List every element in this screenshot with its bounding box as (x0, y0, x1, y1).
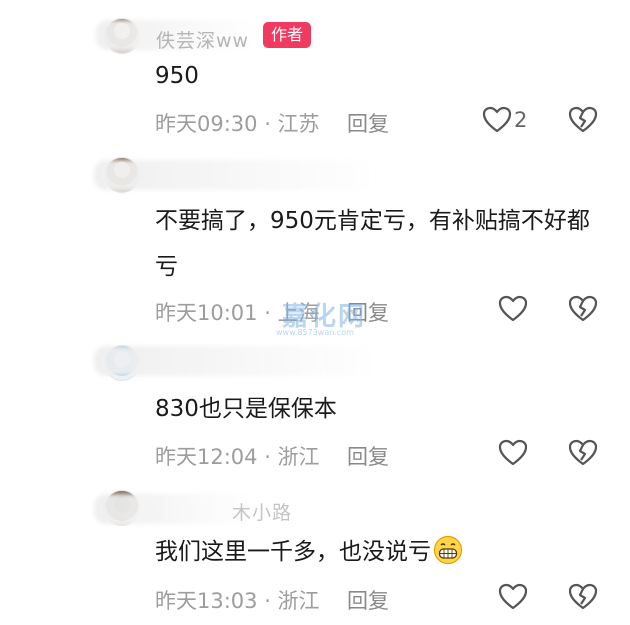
reply-button[interactable]: 回复 (347, 585, 389, 615)
reply-button[interactable]: 回复 (347, 441, 389, 471)
comment-text: 不要搞了，950元肯定亏，有补贴搞不好都亏 (155, 208, 590, 280)
comment-text: 830也只是保保本 (155, 396, 337, 422)
like-count: 2 (514, 108, 528, 132)
comment-text: 950 (155, 63, 199, 89)
reply-button[interactable]: 回复 (347, 108, 389, 138)
broken-heart-icon[interactable] (568, 295, 598, 323)
comment-text: 我们这里一千多，也没说亏 (155, 529, 605, 575)
grinning-face-icon (433, 535, 463, 565)
heart-icon[interactable] (482, 106, 512, 134)
heart-icon[interactable] (498, 295, 528, 323)
author-badge: 作者 (263, 22, 312, 48)
heart-icon[interactable] (498, 439, 528, 467)
comment-meta: 昨天09:30 · 江苏 (155, 112, 320, 136)
username-blur (94, 494, 254, 524)
broken-heart-icon[interactable] (568, 439, 598, 467)
username-blur (94, 346, 384, 376)
username-blur (94, 160, 374, 190)
comment-text-body: 我们这里一千多，也没说亏 (155, 539, 431, 565)
username[interactable]: 木小路 (232, 498, 292, 525)
heart-icon[interactable] (498, 583, 528, 611)
comment-meta: 昨天13:03 · 浙江 (155, 589, 320, 613)
watermark-url: www.8573wan.com (276, 328, 354, 337)
comment-meta: 昨天12:04 · 浙江 (155, 445, 320, 469)
broken-heart-icon[interactable] (568, 583, 598, 611)
username[interactable]: 佚芸深ww (156, 26, 249, 53)
broken-heart-icon[interactable] (568, 106, 598, 134)
